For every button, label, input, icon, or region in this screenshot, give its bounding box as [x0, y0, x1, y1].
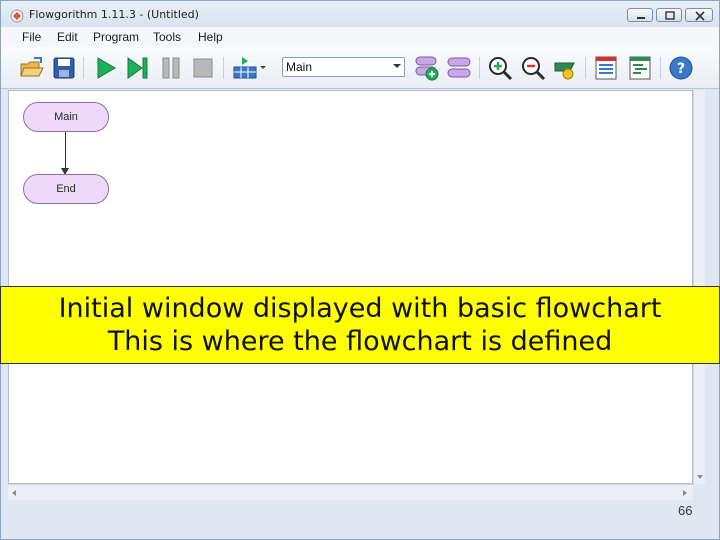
scroll-left-icon[interactable] — [12, 490, 16, 496]
menu-help[interactable]: Help — [198, 30, 223, 44]
minimize-button[interactable] — [627, 8, 653, 22]
title-bar[interactable]: Flowgorithm 1.11.3 - (Untitled) — [1, 1, 719, 29]
menu-program[interactable]: Program — [93, 30, 139, 44]
variable-watch-button[interactable] — [593, 55, 619, 81]
maximize-button[interactable] — [656, 8, 682, 22]
add-function-button[interactable] — [414, 55, 440, 81]
save-icon — [53, 57, 75, 79]
close-button[interactable] — [685, 8, 713, 22]
stop-icon — [193, 58, 213, 78]
menu-bar: File Edit Program Tools Help — [1, 27, 719, 47]
toolbar-separator — [585, 57, 586, 79]
help-icon: ? — [669, 56, 693, 80]
flowchart-end-terminal[interactable]: End — [23, 174, 109, 204]
chevron-down-icon — [393, 64, 401, 68]
function-select[interactable]: Main — [282, 57, 405, 77]
zoom-out-button[interactable] — [520, 55, 546, 81]
horizontal-scrollbar[interactable] — [8, 484, 693, 500]
minimize-icon — [637, 17, 645, 19]
flow-connector[interactable] — [65, 132, 66, 172]
svg-text:?: ? — [677, 61, 685, 77]
window-title: Flowgorithm 1.11.3 - (Untitled) — [29, 8, 199, 21]
zoom-out-icon — [522, 57, 546, 81]
open-button[interactable] — [19, 55, 45, 81]
zoom-in-icon — [489, 57, 513, 81]
menu-file[interactable]: File — [22, 30, 41, 44]
toolbar-separator — [660, 57, 661, 79]
menu-edit[interactable]: Edit — [57, 30, 78, 44]
toolbar-separator — [479, 57, 480, 79]
function-select-value: Main — [286, 60, 313, 74]
zoom-in-button[interactable] — [487, 55, 513, 81]
layout-icon — [233, 57, 266, 79]
stop-button[interactable] — [190, 55, 216, 81]
caption-line-1: Initial window displayed with basic flow… — [58, 293, 662, 324]
flowgorithm-logo-icon — [10, 9, 24, 23]
pause-button[interactable] — [158, 55, 184, 81]
run-button[interactable] — [93, 55, 119, 81]
remove-function-icon — [447, 57, 471, 78]
variable-watch-icon — [595, 56, 617, 80]
remove-function-button[interactable] — [446, 55, 472, 81]
annotation-caption: Initial window displayed with basic flow… — [0, 286, 720, 364]
slide-number: 66 — [678, 503, 693, 518]
app-window: Flowgorithm 1.11.3 - (Untitled) File Edi… — [0, 0, 720, 540]
save-button[interactable] — [51, 55, 77, 81]
status-bar — [1, 501, 719, 539]
toolbar-separator — [223, 57, 224, 79]
console-icon — [629, 56, 651, 80]
caption-line-2: This is where the flowchart is defined — [107, 326, 613, 357]
step-icon — [127, 57, 148, 79]
layout-button[interactable] — [232, 55, 268, 81]
open-folder-icon — [20, 57, 44, 77]
console-button[interactable] — [627, 55, 653, 81]
menu-tools[interactable]: Tools — [153, 30, 181, 44]
close-icon — [695, 11, 705, 21]
step-button[interactable] — [125, 55, 151, 81]
toolbar: Main ? — [1, 47, 719, 89]
flowchart-start-terminal[interactable]: Main — [23, 102, 109, 132]
run-icon — [97, 57, 116, 79]
toolbar-separator — [83, 57, 84, 79]
scroll-right-icon[interactable] — [683, 490, 687, 496]
help-button[interactable]: ? — [668, 55, 694, 81]
style-icon — [554, 62, 575, 80]
maximize-icon — [665, 11, 675, 20]
scroll-down-icon[interactable] — [697, 475, 703, 479]
style-button[interactable] — [552, 55, 578, 81]
add-function-icon — [415, 56, 439, 81]
pause-icon — [162, 57, 180, 79]
